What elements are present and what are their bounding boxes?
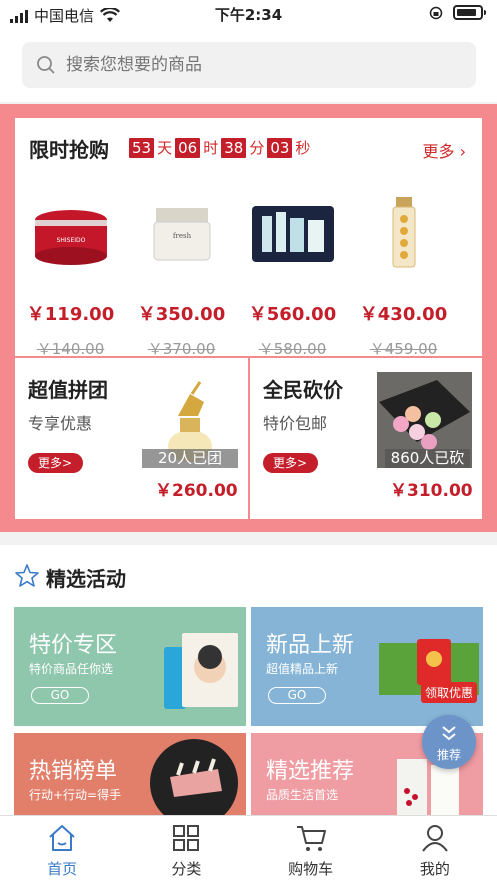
group-buy-title: 超值拼团: [28, 378, 108, 402]
countdown-seconds: 03: [267, 137, 293, 158]
product-original-price: ￥580.00: [258, 340, 327, 358]
recommend-float-button[interactable]: 推荐: [422, 715, 476, 769]
status-bar: 中国电信 下午2:34: [0, 0, 497, 30]
product-price: ￥560.00: [248, 304, 337, 325]
activities-title: 精选活动: [46, 567, 126, 591]
svg-text:SHISEIDO: SHISEIDO: [56, 237, 85, 244]
grid-icon: [173, 825, 200, 851]
svg-text:fresh: fresh: [172, 232, 191, 240]
tab-label: 我的: [419, 860, 450, 878]
activities-header: 精选活动: [0, 545, 497, 603]
product-original-price: ￥140.00: [36, 340, 105, 358]
go-button[interactable]: GO: [31, 687, 89, 704]
product-price: ￥119.00: [26, 304, 115, 325]
card-title: 精选推荐: [266, 759, 355, 784]
group-buy-panel[interactable]: 超值拼团 专享优惠 更多> 20人已团 ￥260.00: [15, 358, 248, 519]
tab-label: 购物车: [288, 860, 334, 878]
clock: 下午2:34: [214, 6, 283, 24]
product-original-price: ￥459.00: [369, 340, 438, 358]
card-subtitle: 品质生活首选: [266, 788, 339, 802]
countdown-seconds-unit: 秒: [295, 139, 311, 157]
bargain-price: ￥310.00: [390, 481, 473, 501]
product-price: ￥350.00: [137, 304, 226, 325]
go-button[interactable]: GO: [268, 687, 326, 704]
flash-sale-title: 限时抢购: [29, 138, 109, 162]
double-chevron-down-icon: [442, 726, 456, 741]
activity-card-hot[interactable]: 热销榜单 行动+行动=得手: [14, 733, 246, 823]
search-area: [0, 30, 497, 102]
flash-sale-more-link[interactable]: 更多 ›: [422, 138, 466, 162]
group-buy-count: 20人已团: [142, 449, 238, 468]
product-image-red-cream: SHISEIDO: [21, 190, 121, 276]
card-title: 新品上新: [266, 633, 355, 658]
cart-icon: [296, 826, 326, 851]
bargain-more-button[interactable]: 更多>: [263, 453, 318, 473]
tab-home[interactable]: 首页: [0, 816, 124, 883]
tab-profile[interactable]: 我的: [373, 816, 497, 883]
product-image-capsule-bottle: [354, 190, 454, 276]
home-icon: [49, 825, 75, 851]
product-list: SHISEIDO ￥119.00 ￥140.00 fresh ￥350.00 ￥…: [15, 190, 482, 359]
countdown-hours-unit: 时: [203, 139, 219, 157]
bargain-panel[interactable]: 全民砍价 特价包邮 更多> 860人已砍 ￥310.00: [250, 358, 482, 519]
card-title: 热销榜单: [29, 759, 118, 784]
group-buy-more-button[interactable]: 更多>: [28, 453, 83, 473]
product-card[interactable]: ￥560.00 ￥580.00: [237, 190, 348, 359]
tab-label: 首页: [47, 860, 78, 878]
product-image-gift-box: [243, 190, 343, 276]
bargain-subtitle: 特价包邮: [263, 414, 328, 433]
product-price: ￥430.00: [359, 304, 448, 325]
lamb-chop-image: [150, 739, 238, 817]
card-subtitle: 超值精品上新: [266, 662, 339, 676]
card-title: 特价专区: [29, 633, 118, 658]
battery-icon: [453, 5, 486, 20]
star-icon: [15, 564, 39, 587]
skincare-image: [164, 633, 238, 709]
more-label: 更多: [422, 142, 455, 161]
product-card[interactable]: fresh ￥350.00 ￥370.00: [126, 190, 237, 359]
flash-sale-panel: 限时抢购 53 天 06 时 38 分 03 秒 更多 › SHISEIDO ￥…: [15, 118, 482, 359]
recommend-label: 推荐: [436, 748, 461, 762]
search-bar[interactable]: [22, 42, 476, 88]
countdown-hours: 06: [175, 137, 201, 158]
rotation-lock-icon: [429, 6, 443, 19]
bargain-title: 全民砍价: [263, 378, 343, 402]
search-icon: [37, 56, 55, 74]
bargain-count: 860人已砍: [385, 449, 470, 468]
countdown-days-unit: 天: [157, 139, 173, 157]
user-icon: [422, 825, 448, 852]
tab-label: 分类: [171, 860, 202, 878]
bottom-tab-bar: 首页 分类 购物车 我的: [0, 815, 497, 883]
card-subtitle: 特价商品任你选: [29, 662, 114, 676]
countdown-minutes: 38: [221, 137, 247, 158]
group-buy-subtitle: 专享优惠: [28, 414, 93, 433]
activity-card-special[interactable]: 特价专区 特价商品任你选 GO: [14, 607, 246, 726]
chevron-right-icon: ›: [459, 142, 466, 161]
tab-cart[interactable]: 购物车: [249, 816, 373, 883]
product-original-price: ￥370.00: [147, 340, 216, 358]
countdown-minutes-unit: 分: [249, 139, 265, 157]
product-image-white-cream: fresh: [132, 190, 232, 276]
search-input[interactable]: [66, 55, 446, 75]
card-subtitle: 行动+行动=得手: [29, 788, 122, 802]
product-card[interactable]: ￥430.00 ￥459.00: [348, 190, 459, 359]
group-buy-price: ￥260.00: [155, 481, 238, 501]
product-card[interactable]: SHISEIDO ￥119.00 ￥140.00: [15, 190, 126, 359]
tab-category[interactable]: 分类: [124, 816, 248, 883]
countdown-days: 53: [129, 137, 155, 158]
countdown-timer: 53 天 06 时 38 分 03 秒: [129, 137, 310, 158]
coupon-badge: 领取优惠: [421, 682, 478, 703]
activity-card-new[interactable]: 新品上新 超值精品上新 GO 领取优惠: [251, 607, 483, 726]
